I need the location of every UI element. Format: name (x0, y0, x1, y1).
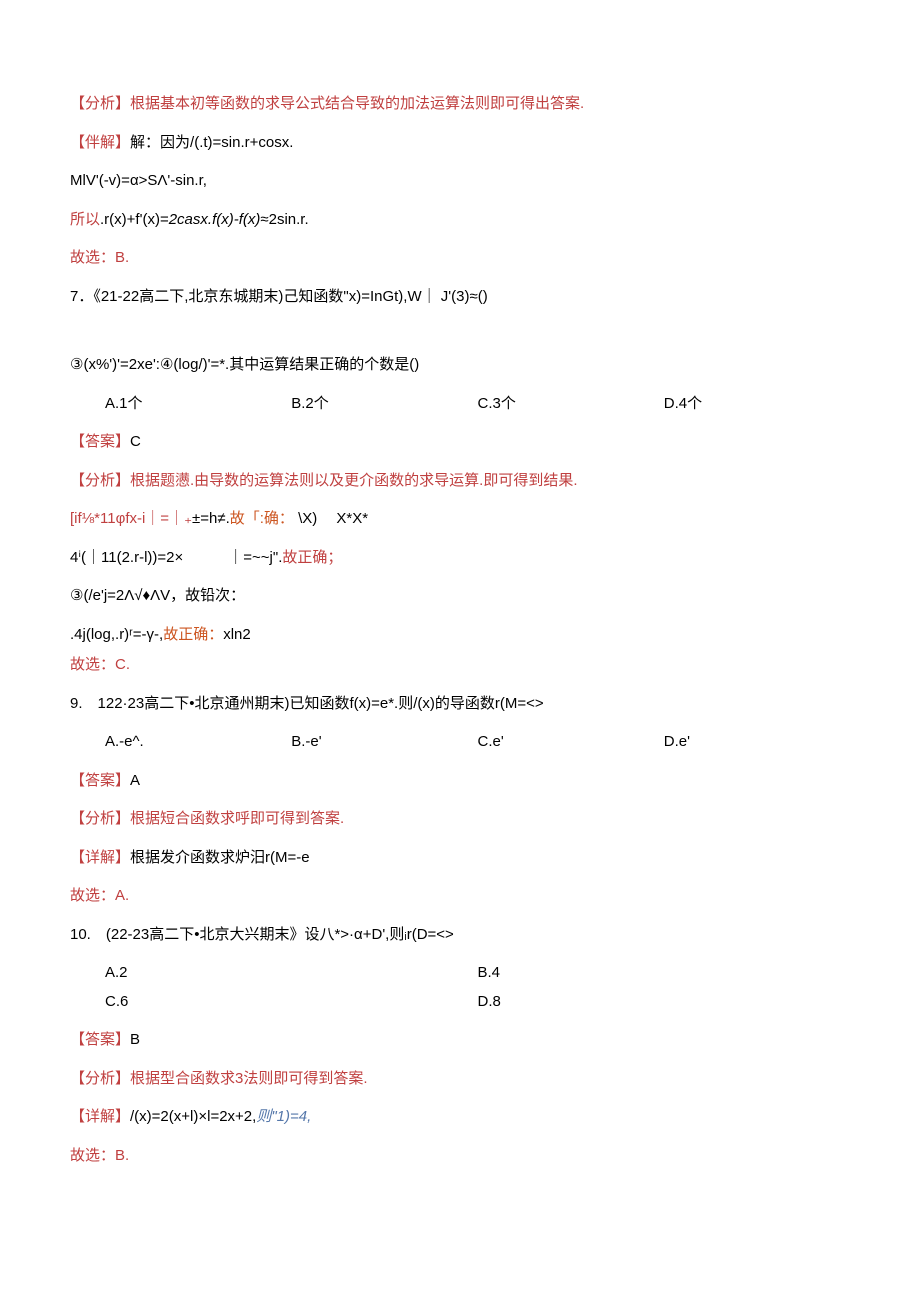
answer-value: A (130, 772, 140, 789)
question-7: 7．《21-22高二下,北京东城期末)己知函数"x)=InGt),W｜ J'(3… (70, 283, 850, 312)
options-8: A.1个 B.2个 C.3个 D.4个 (70, 390, 850, 419)
solution-expr: /(.t)=sin.r+cosx. (190, 134, 293, 151)
option-c: C.6 (105, 988, 478, 1017)
analysis-text: 根据型合函数求3法则即可得到答案. (130, 1070, 368, 1087)
answer-label: 【答案】 (70, 1031, 130, 1048)
conclusion-8: 故选：C. (70, 651, 850, 680)
analysis-text: 根据基本初等函数的求导公式结合导致的加法运算法则即可得出答案. (130, 95, 584, 112)
prefix: 故选： (70, 249, 115, 266)
math-line-12: ③(/e'j=2Λ√♦ΛV，故铅次： (70, 582, 850, 611)
option-c: C.3个 (478, 390, 664, 419)
options-9: A.-e^. B.-e' C.e' D.e' (70, 728, 850, 757)
option-b: B.-e' (291, 728, 477, 757)
black-part: 4ⁱ(｜11(2.r-l))=2× ｜=~~j". (70, 549, 282, 566)
italic-expr: 2casx.f(x)-f(x) (169, 211, 261, 228)
option-a: A.-e^. (105, 728, 291, 757)
answer-value: B (130, 1031, 140, 1048)
detail-text: 根据发介函数求炉汨r(M=-e (130, 849, 310, 866)
option-d: D.8 (478, 988, 851, 1017)
detail-label: 【详解】 (70, 849, 130, 866)
analysis-text: 根据短合函数求呼即可得到答案. (130, 810, 344, 827)
detail-9: 【详解】根据发介函数求炉汨r(M=-e (70, 844, 850, 873)
analysis-label: 【分析】 (70, 810, 130, 827)
option-b: B.4 (478, 959, 851, 988)
orange-part: 故「:确： (230, 510, 294, 527)
math-line-7: ③(x%')'=2xe':④(log/)'=*.其中运算结果正确的个数是() (70, 351, 850, 380)
analysis-label: 【分析】 (70, 95, 130, 112)
answer-label: 【答案】 (70, 433, 130, 450)
analysis-label: 【分析】 (70, 472, 130, 489)
red-part: 故正确； (282, 549, 342, 566)
conclusion-9: 故选：A. (70, 882, 850, 911)
answer: C. (115, 656, 130, 673)
option-c: C.e' (478, 728, 664, 757)
suffix: ≈2sin.r. (260, 211, 308, 228)
question-10: 10. (22-23高二下•北京大兴期末》设八*>·α+D',则ᵢr(D=<> (70, 921, 850, 950)
detail-text: /(x)=2(x+l)×l=2x+2, (130, 1108, 256, 1125)
option-b: B.2个 (291, 390, 477, 419)
conclusion-10: 故选：B. (70, 1142, 850, 1171)
math-line-11: 4ⁱ(｜11(2.r-l))=2× ｜=~~j".故正确； (70, 544, 850, 573)
answer-9: 【答案】A (70, 767, 850, 796)
answer-8: 【答案】C (70, 428, 850, 457)
prefix: 故选： (70, 887, 115, 904)
black-part: .4j(log,.r)ʳ=-γ-, (70, 626, 163, 643)
math-line-4: 所以.r(x)+f'(x)=2casx.f(x)-f(x)≈2sin.r. (70, 206, 850, 235)
answer: B. (115, 249, 129, 266)
analysis-text: 根据题懑.由导数的运算法则以及更介函数的求导运算.即可得到结果. (130, 472, 578, 489)
answer-label: 【答案】 (70, 772, 130, 789)
red-part: [if⅛*11φfx-i｜=｜₊ (70, 510, 192, 527)
conclusion-6: 故选：B. (70, 244, 850, 273)
option-a: A.2 (105, 959, 478, 988)
prefix: 故选： (70, 656, 115, 673)
solution-text: 解：因为 (130, 134, 190, 151)
analysis-8: 【分析】根据题懑.由导数的运算法则以及更介函数的求导运算.即可得到结果. (70, 467, 850, 496)
option-a: A.1个 (105, 390, 291, 419)
black-part: ±=h≠. (192, 510, 230, 527)
italic-part: 则"1)=4, (256, 1108, 311, 1125)
math-line-10: [if⅛*11φfx-i｜=｜₊±=h≠.故「:确： \X) X*X* (70, 505, 850, 534)
answer-10: 【答案】B (70, 1026, 850, 1055)
answer-value: C (130, 433, 141, 450)
option-d: D.4个 (664, 390, 850, 419)
answer: A. (115, 887, 129, 904)
text: .r(x)+f'(x)= (100, 211, 169, 228)
solution-label: 【伴解】 (70, 134, 130, 151)
analysis-10: 【分析】根据型合函数求3法则即可得到答案. (70, 1065, 850, 1094)
orange-part: 故正确： (163, 626, 223, 643)
math-line-13: .4j(log,.r)ʳ=-γ-,故正确：xln2 (70, 621, 850, 650)
prefix: 故选： (70, 1147, 115, 1164)
analysis-line: 【分析】根据基本初等函数的求导公式结合导致的加法运算法则即可得出答案. (70, 90, 850, 119)
detail-10: 【详解】/(x)=2(x+l)×l=2x+2,则"1)=4, (70, 1103, 850, 1132)
question-9: 9. 122·23高二下•北京通州期末)已知函数f(x)=e*.则/(x)的导函… (70, 690, 850, 719)
options-10: A.2 B.4 C.6 D.8 (70, 959, 850, 1016)
answer: B. (115, 1147, 129, 1164)
option-d: D.e' (664, 728, 850, 757)
solution-line: 【伴解】解：因为/(.t)=sin.r+cosx. (70, 129, 850, 158)
detail-label: 【详解】 (70, 1108, 130, 1125)
analysis-label: 【分析】 (70, 1070, 130, 1087)
rest: \X) X*X* (294, 510, 368, 527)
prefix: 所以 (70, 211, 100, 228)
math-line-3: MlV'(-v)=α>SΛ'-sin.r, (70, 167, 850, 196)
analysis-9: 【分析】根据短合函数求呼即可得到答案. (70, 805, 850, 834)
rest: xln2 (223, 626, 251, 643)
